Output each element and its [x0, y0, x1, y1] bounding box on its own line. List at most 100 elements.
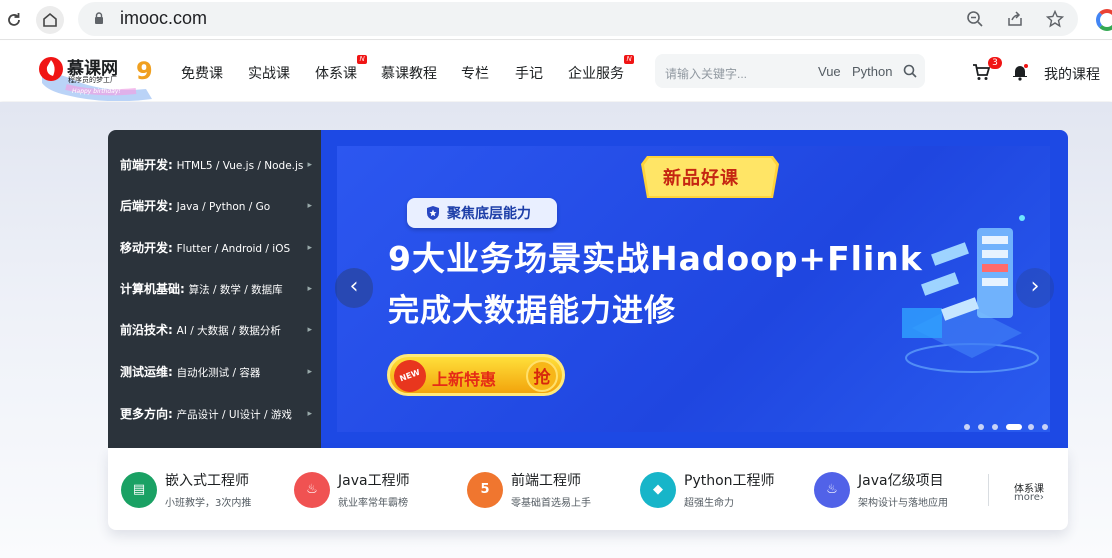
cart-count-badge: 3: [988, 57, 1002, 69]
nav-free-courses[interactable]: 免费课: [181, 63, 223, 83]
category-sub: HTML5 / Vue.js / Node.js: [176, 160, 304, 172]
path-subtitle: 小班教学，3次内推: [165, 498, 252, 509]
carousel-dot[interactable]: [992, 424, 998, 430]
share-icon[interactable]: [1006, 10, 1024, 28]
path-subtitle: 架构设计与落地应用: [858, 498, 948, 509]
divider: [988, 474, 989, 506]
path-frontend[interactable]: 5 前端工程师 零基础首选易上手: [467, 468, 627, 512]
shield-star-icon: [427, 206, 439, 220]
cart-icon[interactable]: [972, 63, 990, 81]
path-subtitle: 零基础首选易上手: [511, 498, 591, 509]
html5-icon: 5: [467, 472, 503, 508]
nav-enterprise-label: 企业服务: [568, 65, 624, 81]
search-icon[interactable]: [903, 64, 917, 78]
category-item-frontend[interactable]: 前端开发: HTML5 / Vue.js / Node.js ▸: [120, 155, 320, 175]
path-subtitle: 就业率常年霸榜: [338, 498, 408, 509]
python-icon: ◆: [640, 472, 676, 508]
path-title: Java亿级项目: [858, 473, 944, 489]
nav-columns[interactable]: 专栏: [461, 63, 489, 83]
system-course-more-link[interactable]: more›: [1014, 492, 1044, 503]
hero-banner[interactable]: 新品好课 聚焦底层能力 9大业务场景实战Hadoop+Flink 完成大数据能力…: [321, 130, 1068, 448]
category-title: 前端开发:: [120, 158, 173, 172]
path-title: 前端工程师: [511, 473, 581, 489]
home-icon[interactable]: [36, 6, 64, 34]
category-title: 测试运维:: [120, 365, 173, 379]
path-title: 嵌入式工程师: [165, 473, 249, 489]
nav-system-courses-label: 体系课: [315, 65, 357, 81]
carousel-dot[interactable]: [964, 424, 970, 430]
path-java[interactable]: ♨ Java工程师 就业率常年霸榜: [294, 468, 454, 512]
category-sub: Flutter / Android / iOS: [176, 243, 291, 255]
site-logo[interactable]: 9 慕课网 程序员的梦工厂 Happy birthday!: [36, 43, 154, 102]
category-sub: AI / 大数据 / 数据分析: [176, 325, 281, 337]
banner-slide[interactable]: 新品好课 聚焦底层能力 9大业务场景实战Hadoop+Flink 完成大数据能力…: [337, 146, 1050, 432]
java-icon: ♨: [814, 472, 850, 508]
chevron-right-icon: ▸: [307, 243, 312, 253]
nav-enterprise[interactable]: 企业服务 N: [568, 55, 634, 83]
nav-practical-courses[interactable]: 实战课: [248, 63, 290, 83]
path-java-billion[interactable]: ♨ Java亿级项目 架构设计与落地应用: [814, 468, 984, 512]
nav-system-courses[interactable]: 体系课 N: [315, 55, 367, 83]
url-text[interactable]: imooc.com: [120, 8, 207, 29]
path-subtitle: 超强生命力: [684, 498, 734, 509]
carousel-prev-button[interactable]: ‹: [335, 268, 373, 308]
promo-button[interactable]: NEW 上新特惠 抢: [387, 354, 565, 397]
hot-search-tag[interactable]: Vue: [818, 64, 841, 79]
path-python[interactable]: ◆ Python工程师 超强生命力: [640, 468, 800, 512]
search-input[interactable]: 请输入关键字...: [665, 65, 747, 82]
browser-toolbar: imooc.com: [0, 0, 1112, 40]
reload-icon[interactable]: [0, 6, 28, 34]
nav-tutorials[interactable]: 慕课教程: [381, 63, 437, 83]
address-bar[interactable]: imooc.com: [78, 2, 1078, 36]
banner-subheadline: 完成大数据能力进修: [388, 293, 676, 329]
zoom-icon[interactable]: [966, 10, 984, 28]
chevron-right-icon: ▸: [307, 284, 312, 294]
category-title: 后端开发:: [120, 199, 173, 213]
new-badge: N: [357, 55, 367, 64]
chevron-right-icon: ▸: [307, 367, 312, 377]
lock-icon: [95, 12, 103, 24]
chevron-right-icon: ▸: [307, 325, 312, 335]
search-box[interactable]: 请输入关键字... Vue Python: [655, 54, 925, 88]
category-sub: 自动化测试 / 容器: [176, 367, 261, 379]
nav-notes[interactable]: 手记: [515, 63, 543, 83]
site-header: 9 慕课网 程序员的梦工厂 Happy birthday! 免费课 实战课 体系…: [0, 41, 1112, 102]
category-title: 更多方向:: [120, 407, 173, 421]
hot-search-tag[interactable]: Python: [852, 64, 892, 79]
carousel-dot[interactable]: [1028, 424, 1034, 430]
carousel-dot[interactable]: [1042, 424, 1048, 430]
carousel-dot[interactable]: [978, 424, 984, 430]
category-item-mobile[interactable]: 移动开发: Flutter / Android / iOS ▸: [120, 238, 320, 258]
new-badge: NEW: [389, 355, 431, 397]
chevron-right-icon: ▸: [307, 201, 312, 211]
category-menu: 前端开发: HTML5 / Vue.js / Node.js ▸ 后端开发: Ja…: [108, 130, 321, 448]
category-item-frontier[interactable]: 前沿技术: AI / 大数据 / 数据分析 ▸: [120, 320, 320, 340]
path-embedded[interactable]: ▤ 嵌入式工程师 小班教学，3次内推: [121, 468, 281, 512]
category-item-cs-basics[interactable]: 计算机基础: 算法 / 数学 / 数据库 ▸: [120, 279, 320, 299]
grab-badge: 抢: [526, 360, 558, 392]
java-icon: ♨: [294, 472, 330, 508]
category-title: 前沿技术:: [120, 323, 173, 337]
category-item-more[interactable]: 更多方向: 产品设计 / UI设计 / 游戏 ▸: [120, 404, 320, 424]
bookmark-star-icon[interactable]: [1046, 10, 1064, 28]
promo-label: 上新特惠: [432, 370, 497, 389]
path-title: Python工程师: [684, 473, 775, 489]
focus-pill: 聚焦底层能力: [407, 198, 557, 228]
category-sub: 产品设计 / UI设计 / 游戏: [176, 409, 292, 421]
category-item-testing-ops[interactable]: 测试运维: 自动化测试 / 容器 ▸: [120, 362, 320, 382]
logo-ribbon: Happy birthday!: [72, 88, 121, 95]
category-title: 计算机基础:: [120, 282, 185, 296]
chevron-right-icon: ▸: [307, 160, 312, 170]
logo-slogan: 程序员的梦工厂: [68, 76, 117, 84]
carousel-next-button[interactable]: ›: [1016, 268, 1054, 308]
logo-number: 9: [136, 57, 153, 85]
category-item-backend[interactable]: 后端开发: Java / Python / Go ▸: [120, 196, 320, 216]
category-title: 移动开发:: [120, 241, 173, 255]
my-courses-link[interactable]: 我的课程: [1044, 64, 1100, 84]
category-sub: 算法 / 数学 / 数据库: [188, 284, 283, 296]
profile-icon[interactable]: [1096, 9, 1112, 31]
category-sub: Java / Python / Go: [176, 201, 271, 213]
bell-icon[interactable]: [1012, 63, 1028, 81]
carousel-dot-active[interactable]: [1006, 424, 1022, 430]
pill-label: 聚焦底层能力: [447, 206, 531, 222]
